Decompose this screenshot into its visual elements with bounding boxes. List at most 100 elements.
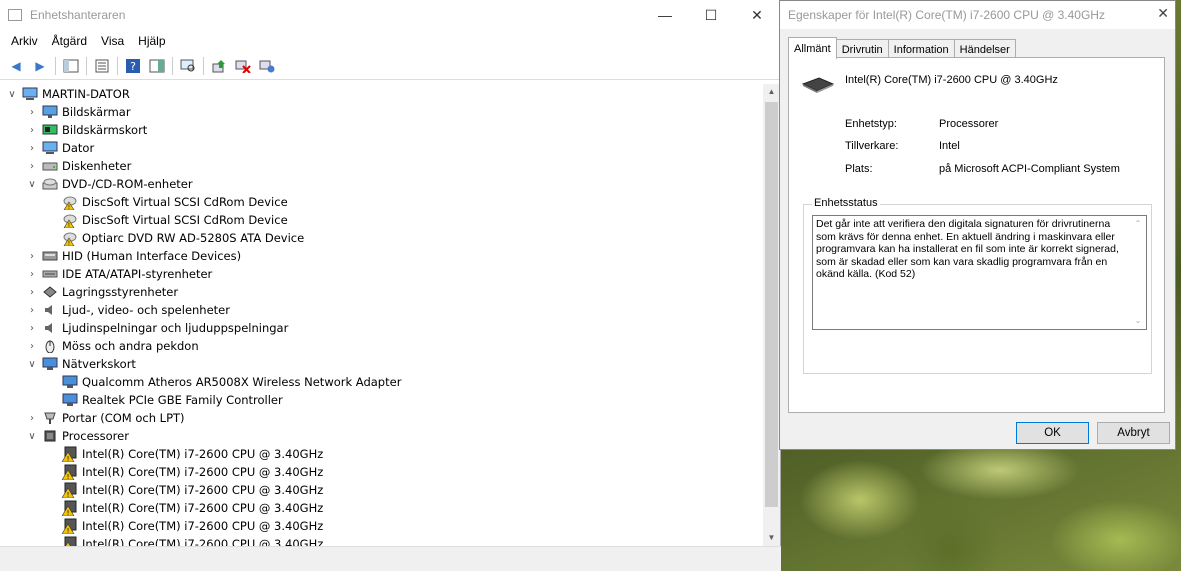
tree-device[interactable]: ! Intel(R) Core(TM) i7-2600 CPU @ 3.40GHz	[62, 445, 323, 463]
tree-item-label: Nätverkskort	[62, 357, 136, 371]
expand-chevron-icon[interactable]: ›	[26, 269, 38, 280]
port-icon	[42, 411, 58, 425]
expand-chevron-icon[interactable]: ›	[26, 143, 38, 154]
help-icon[interactable]: ?	[123, 56, 143, 76]
scroll-down-icon[interactable]: ▼	[763, 530, 780, 546]
tab-allmant[interactable]: Allmänt	[788, 37, 837, 59]
processor-chip-icon	[801, 76, 835, 97]
action-pane-icon[interactable]	[147, 56, 167, 76]
uninstall-device-icon[interactable]	[233, 56, 253, 76]
tree-device[interactable]: Realtek PCIe GBE Family Controller	[62, 391, 283, 409]
tree-device[interactable]: Qualcomm Atheros AR5008X Wireless Networ…	[62, 373, 401, 391]
network-icon	[42, 357, 58, 371]
tree-device[interactable]: ! Intel(R) Core(TM) i7-2600 CPU @ 3.40GHz	[62, 517, 323, 535]
tree-item-label: Möss och andra pekdon	[62, 339, 199, 353]
status-scroll-up-icon[interactable]: ⌃	[1130, 218, 1146, 231]
menu-visa[interactable]: Visa	[94, 34, 131, 48]
tree-item-label: Portar (COM och LPT)	[62, 411, 185, 425]
tab-information[interactable]: Information	[887, 39, 955, 59]
tree-item-label: Qualcomm Atheros AR5008X Wireless Networ…	[82, 375, 402, 389]
expand-chevron-icon[interactable]: ›	[26, 107, 38, 118]
status-scrollbar[interactable]: ⌃ ⌄	[1130, 216, 1146, 329]
network-adapter-icon	[62, 375, 78, 389]
tab-handelser[interactable]: Händelser	[953, 39, 1016, 59]
tree-device[interactable]: ! Optiarc DVD RW AD-5280S ATA Device	[62, 229, 304, 247]
warning-device-icon: !	[62, 464, 78, 480]
cancel-button[interactable]: Avbryt	[1097, 422, 1170, 444]
tree-category[interactable]: ∨ Processorer	[26, 427, 129, 445]
device-status-textbox[interactable]: Det går inte att verifiera den digitala …	[812, 215, 1147, 330]
dialog-close-button[interactable]: ✕	[1157, 5, 1169, 22]
collapse-chevron-icon[interactable]: ∨	[6, 89, 18, 100]
scroll-up-icon[interactable]: ▲	[763, 84, 780, 100]
ide-icon	[42, 267, 58, 281]
network-adapter-icon	[62, 393, 78, 407]
tree-item-label: Intel(R) Core(TM) i7-2600 CPU @ 3.40GHz	[82, 483, 324, 497]
collapse-chevron-icon[interactable]: ∨	[26, 179, 38, 190]
close-button[interactable]: ✕	[734, 0, 780, 30]
expand-chevron-icon[interactable]: ›	[26, 161, 38, 172]
svg-text:!: !	[67, 491, 70, 498]
warning-device-icon: !	[62, 213, 78, 228]
tree-item-label: Intel(R) Core(TM) i7-2600 CPU @ 3.40GHz	[82, 447, 324, 461]
menu-arkiv[interactable]: Arkiv	[4, 34, 45, 48]
menu-atgard[interactable]: Åtgärd	[45, 34, 94, 48]
tree-item-label: Realtek PCIe GBE Family Controller	[82, 393, 283, 407]
tree-device[interactable]: ! DiscSoft Virtual SCSI CdRom Device	[62, 211, 288, 229]
forward-arrow-icon[interactable]: ▶	[30, 56, 50, 76]
tree-category[interactable]: › Dator	[26, 139, 94, 157]
scrollbar-thumb[interactable]	[765, 102, 778, 507]
expand-chevron-icon[interactable]: ›	[26, 413, 38, 424]
expand-chevron-icon[interactable]: ›	[26, 287, 38, 298]
tree-category[interactable]: › Ljud-, video- och spelenheter	[26, 301, 230, 319]
properties-icon[interactable]	[92, 56, 112, 76]
tree-device[interactable]: ! Intel(R) Core(TM) i7-2600 CPU @ 3.40GHz	[62, 463, 323, 481]
speaker-icon	[42, 321, 58, 335]
tree-category[interactable]: › Bildskärmskort	[26, 121, 147, 139]
tree-category[interactable]: › HID (Human Interface Devices)	[26, 247, 241, 265]
tab-drivrutin[interactable]: Drivrutin	[835, 39, 889, 59]
expand-chevron-icon[interactable]: ›	[26, 305, 38, 316]
warning-device-icon: !	[62, 231, 78, 246]
expand-chevron-icon[interactable]: ›	[26, 341, 38, 352]
tree-item-label: Intel(R) Core(TM) i7-2600 CPU @ 3.40GHz	[82, 501, 324, 515]
tree-category[interactable]: ∨ Nätverkskort	[26, 355, 136, 373]
vertical-scrollbar[interactable]: ▲ ▼	[763, 84, 780, 546]
tree-category[interactable]: › Portar (COM och LPT)	[26, 409, 185, 427]
svg-text:!: !	[67, 473, 70, 480]
tree-category[interactable]: › IDE ATA/ATAPI-styrenheter	[26, 265, 212, 283]
ok-button[interactable]: OK	[1016, 422, 1089, 444]
menu-hjalp[interactable]: Hjälp	[131, 34, 172, 48]
enable-device-icon[interactable]	[257, 56, 277, 76]
update-driver-icon[interactable]	[209, 56, 229, 76]
tree-root[interactable]: ∨ MARTIN-DATOR	[6, 85, 129, 103]
tree-device[interactable]: ! Intel(R) Core(TM) i7-2600 CPU @ 3.40GHz	[62, 481, 323, 499]
location-label: Plats:	[845, 163, 873, 175]
tree-item-label: Bildskärmar	[62, 105, 131, 119]
collapse-chevron-icon[interactable]: ∨	[26, 359, 38, 370]
tree-item-label: Processorer	[62, 429, 129, 443]
tree-item-label: Intel(R) Core(TM) i7-2600 CPU @ 3.40GHz	[82, 537, 324, 546]
minimize-button[interactable]: —	[642, 0, 688, 30]
dialog-title-bar[interactable]: Egenskaper för Intel(R) Core(TM) i7-2600…	[780, 1, 1175, 29]
tree-device[interactable]: ! DiscSoft Virtual SCSI CdRom Device	[62, 193, 288, 211]
tree-category[interactable]: › Lagringsstyrenheter	[26, 283, 178, 301]
maximize-button[interactable]: ☐	[688, 0, 734, 30]
tree-category[interactable]: › Diskenheter	[26, 157, 131, 175]
show-hide-console-tree-icon[interactable]	[61, 56, 81, 76]
device-type-label: Enhetstyp:	[845, 118, 897, 130]
tree-device[interactable]: ! Intel(R) Core(TM) i7-2600 CPU @ 3.40GHz	[62, 499, 323, 517]
computer-icon	[22, 87, 38, 101]
expand-chevron-icon[interactable]: ›	[26, 323, 38, 334]
expand-chevron-icon[interactable]: ›	[26, 251, 38, 262]
status-scroll-down-icon[interactable]: ⌄	[1130, 315, 1146, 328]
scan-hardware-icon[interactable]	[178, 56, 198, 76]
tree-category[interactable]: › Möss och andra pekdon	[26, 337, 199, 355]
back-arrow-icon[interactable]: ◀	[6, 56, 26, 76]
tree-category[interactable]: › Ljudinspelningar och ljuduppspelningar	[26, 319, 288, 337]
expand-chevron-icon[interactable]: ›	[26, 125, 38, 136]
tree-device[interactable]: ! Intel(R) Core(TM) i7-2600 CPU @ 3.40GHz	[62, 535, 323, 546]
tree-category[interactable]: ∨ DVD-/CD-ROM-enheter	[26, 175, 192, 193]
tree-category[interactable]: › Bildskärmar	[26, 103, 131, 121]
collapse-chevron-icon[interactable]: ∨	[26, 431, 38, 442]
